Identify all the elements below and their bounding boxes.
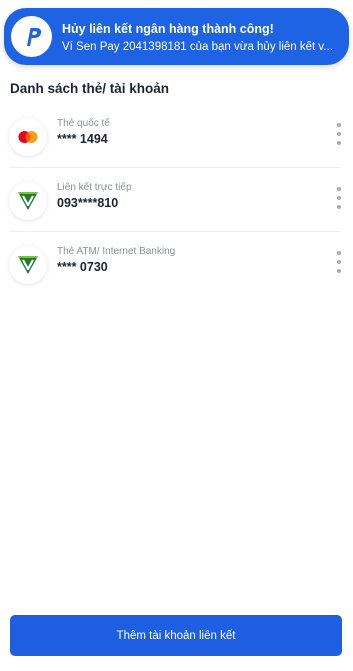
divider [9, 231, 341, 232]
vietcombank-icon [9, 182, 47, 220]
card-type-label: Thẻ ATM/ Internet Banking [57, 246, 176, 257]
card-number: 093****810 [57, 196, 119, 210]
card-number: **** 1494 [57, 132, 108, 146]
toast-title: Hủy liên kết ngân hàng thành công! [62, 22, 274, 36]
p-logo-icon [11, 16, 52, 57]
notification-toast[interactable]: Hủy liên kết ngân hàng thành công! Ví Se… [4, 8, 349, 65]
more-options-icon[interactable] [331, 187, 347, 209]
card-type-label: Thẻ quốc tế [57, 118, 110, 129]
vietcombank-icon [9, 246, 47, 284]
section-title: Danh sách thẻ/ tài khoản [10, 81, 170, 96]
card-type-label: Liên kết trực tiếp [57, 182, 132, 193]
card-number: **** 0730 [57, 260, 108, 274]
more-options-icon[interactable] [331, 123, 347, 145]
screen: Hủy liên kết ngân hàng thành công! Ví Se… [0, 0, 353, 671]
toast-message: Ví Sen Pay 2041398181 của bạn vừa hủy li… [62, 41, 333, 53]
more-options-icon[interactable] [331, 251, 347, 273]
divider [9, 167, 341, 168]
card-item-direct-link[interactable]: Liên kết trực tiếp 093****810 [0, 170, 353, 232]
card-item-international[interactable]: Thẻ quốc tế **** 1494 [0, 106, 353, 168]
mastercard-icon [9, 118, 47, 156]
add-linked-account-button[interactable]: Thêm tài khoản liên kết [10, 615, 342, 656]
card-item-atm[interactable]: Thẻ ATM/ Internet Banking **** 0730 [0, 234, 353, 296]
